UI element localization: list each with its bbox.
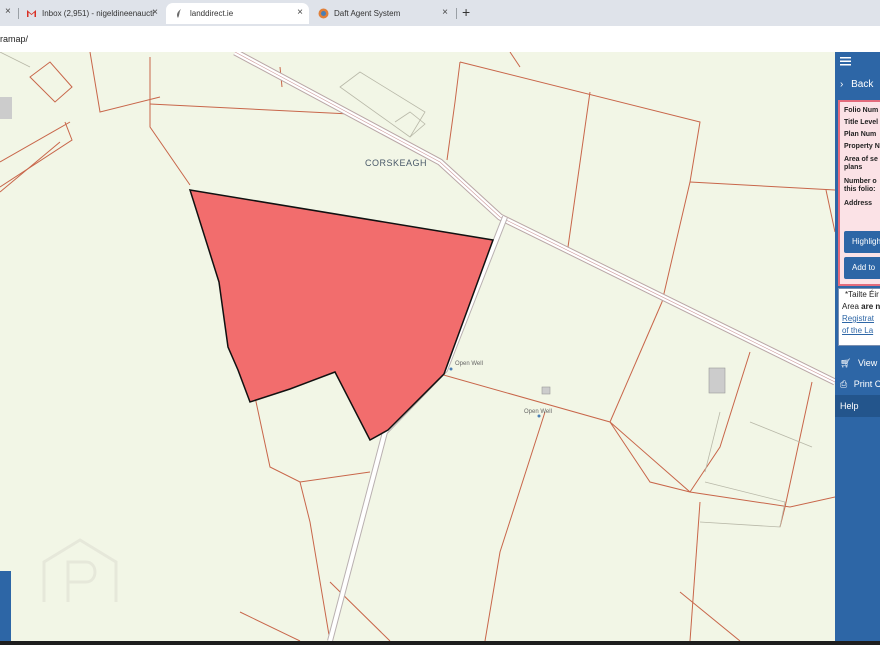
tab-label: landdirect.ie — [190, 9, 234, 18]
folio-panel: Folio Num Title Level Plan Num Property … — [838, 100, 880, 286]
field-label: Title Level — [844, 119, 879, 126]
help-button[interactable]: Help — [835, 395, 880, 417]
field-label: Number o — [844, 178, 877, 185]
map-viewport[interactable]: CORSKEAGH Open Well Open Well — [0, 52, 835, 641]
browser-tab-strip: × Inbox (2,951) - nigeldineenaucti × lan… — [0, 0, 880, 26]
field-label: this folio: — [844, 186, 876, 193]
note-line: *Tailte Éir — [845, 290, 879, 299]
field-label: Plan Num — [844, 131, 877, 138]
tab-separator — [456, 8, 457, 19]
tab-landdirect[interactable]: landdirect.ie × — [166, 3, 309, 24]
tab-gmail[interactable]: Inbox (2,951) - nigeldineenaucti × — [22, 3, 164, 24]
field-label: Folio Num — [844, 107, 879, 114]
close-tab-icon[interactable]: × — [442, 7, 448, 18]
landdirect-icon — [174, 8, 185, 19]
address-bar[interactable]: ramap/ — [0, 26, 880, 53]
close-tab-icon[interactable]: × — [297, 7, 303, 18]
field-label: Property N — [844, 143, 880, 150]
view-button[interactable]: 🛒︎ View E — [840, 358, 880, 369]
tab-label: Daft Agent System — [334, 9, 401, 18]
hamburger-icon[interactable] — [840, 56, 880, 68]
field-label: Area of se — [844, 156, 878, 163]
tab-daft[interactable]: Daft Agent System × — [312, 3, 454, 24]
feature-label: Open Well — [455, 361, 483, 367]
tab-label: Inbox (2,951) - nigeldineenaucti — [42, 9, 155, 18]
map-canvas[interactable]: CORSKEAGH Open Well Open Well — [0, 52, 835, 641]
info-note: *Tailte Éir Area are n Registrat of the … — [838, 288, 880, 346]
townland-label: CORSKEAGH — [365, 158, 427, 168]
print-label: Print C — [853, 379, 880, 389]
taskbar-edge — [0, 641, 880, 645]
cart-icon: 🛒︎ — [840, 358, 852, 368]
print-button[interactable]: ⎙ Print C — [840, 379, 880, 390]
url-text: ramap/ — [0, 34, 29, 44]
chevron-right-icon: › — [840, 79, 844, 90]
feature-label: Open Well — [524, 409, 552, 415]
registration-link[interactable]: Registrat — [842, 314, 874, 323]
map-left-control[interactable] — [0, 571, 11, 641]
field-label: plans — [844, 164, 863, 171]
tab-separator — [18, 8, 19, 19]
help-label: Help — [840, 401, 859, 411]
back-button[interactable]: › Back — [840, 79, 880, 90]
print-icon: ⎙ — [840, 379, 848, 389]
tab-close-icon[interactable]: × — [5, 6, 11, 17]
close-tab-icon[interactable]: × — [152, 7, 158, 18]
add-button[interactable]: Add to — [844, 257, 880, 279]
view-label: View E — [857, 358, 880, 368]
daft-icon — [318, 8, 329, 19]
field-label: Address — [844, 200, 873, 207]
back-label: Back — [851, 79, 874, 90]
highlight-button[interactable]: Highligh — [844, 231, 880, 253]
land-link[interactable]: of the La — [842, 326, 873, 335]
gmail-icon — [26, 8, 37, 19]
note-line: Area are n — [842, 302, 880, 311]
new-tab-button[interactable]: + — [462, 4, 470, 20]
